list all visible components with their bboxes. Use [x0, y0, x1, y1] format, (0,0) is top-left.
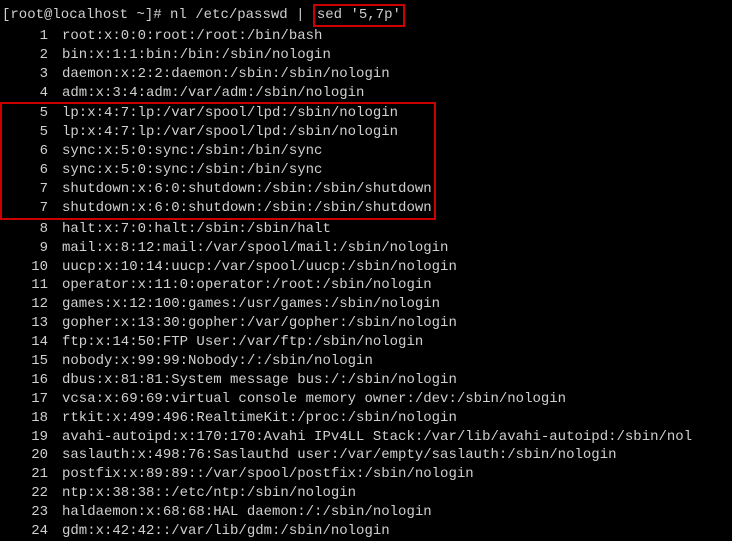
line-number: 7: [2, 199, 48, 218]
output-block-post: 8 halt:x:7:0:halt:/sbin:/sbin/halt 9 mail:x…: [2, 220, 732, 541]
line-number: 11: [2, 276, 48, 295]
line-text: lp:x:4:7:lp:/var/spool/lpd:/sbin/nologin: [62, 124, 398, 140]
output-line: 5 lp:x:4:7:lp:/var/spool/lpd:/sbin/nologi…: [2, 104, 432, 123]
line-number: 6: [2, 161, 48, 180]
line-text: daemon:x:2:2:daemon:/sbin:/sbin/nologin: [62, 66, 390, 82]
line-text: shutdown:x:6:0:shutdown:/sbin:/sbin/shut…: [62, 200, 432, 216]
line-number: 24: [2, 522, 48, 541]
line-text: games:x:12:100:games:/usr/games:/sbin/no…: [62, 296, 440, 312]
output-line: 22 ntp:x:38:38::/etc/ntp:/sbin/nologin: [2, 484, 732, 503]
line-text: postfix:x:89:89::/var/spool/postfix:/sbi…: [62, 466, 474, 482]
line-text: rtkit:x:499:496:RealtimeKit:/proc:/sbin/…: [62, 410, 457, 426]
output-line: 3 daemon:x:2:2:daemon:/sbin:/sbin/nologin: [2, 65, 732, 84]
line-text: shutdown:x:6:0:shutdown:/sbin:/sbin/shut…: [62, 181, 432, 197]
line-text: bin:x:1:1:bin:/bin:/sbin/nologin: [62, 47, 331, 63]
line-number: 5: [2, 104, 48, 123]
output-line: 4 adm:x:3:4:adm:/var/adm:/sbin/nologin: [2, 84, 732, 103]
output-line: 21 postfix:x:89:89::/var/spool/postfix:/s…: [2, 465, 732, 484]
line-number: 21: [2, 465, 48, 484]
output-line: 15 nobody:x:99:99:Nobody:/:/sbin/nologin: [2, 352, 732, 371]
line-number: 8: [2, 220, 48, 239]
output-line: 12 games:x:12:100:games:/usr/games:/sbin/…: [2, 295, 732, 314]
output-block-pre: 1 root:x:0:0:root:/root:/bin/bash 2 bin:x:1…: [2, 27, 732, 103]
line-text: saslauth:x:498:76:Saslauthd user:/var/em…: [62, 447, 617, 463]
line-number: 7: [2, 180, 48, 199]
line-text: root:x:0:0:root:/root:/bin/bash: [62, 28, 322, 44]
output-line: 14 ftp:x:14:50:FTP User:/var/ftp:/sbin/no…: [2, 333, 732, 352]
line-text: ftp:x:14:50:FTP User:/var/ftp:/sbin/nolo…: [62, 334, 423, 350]
line-number: 20: [2, 446, 48, 465]
shell-prompt: [root@localhost ~]#: [2, 7, 162, 23]
line-text: halt:x:7:0:halt:/sbin:/sbin/halt: [62, 221, 331, 237]
line-text: operator:x:11:0:operator:/root:/sbin/nol…: [62, 277, 432, 293]
output-line: 20 saslauth:x:498:76:Saslauthd user:/var/…: [2, 446, 732, 465]
line-text: adm:x:3:4:adm:/var/adm:/sbin/nologin: [62, 85, 364, 101]
output-line: 19 avahi-autoipd:x:170:170:Avahi IPv4LL S…: [2, 428, 732, 447]
output-line: 24 gdm:x:42:42::/var/lib/gdm:/sbin/nologi…: [2, 522, 732, 541]
line-text: lp:x:4:7:lp:/var/spool/lpd:/sbin/nologin: [62, 105, 398, 121]
line-number: 1: [2, 27, 48, 46]
line-number: 12: [2, 295, 48, 314]
line-text: sync:x:5:0:sync:/sbin:/bin/sync: [62, 162, 322, 178]
line-number: 15: [2, 352, 48, 371]
line-text: uucp:x:10:14:uucp:/var/spool/uucp:/sbin/…: [62, 259, 457, 275]
line-text: vcsa:x:69:69:virtual console memory owne…: [62, 391, 566, 407]
command-highlight: sed '5,7p': [313, 4, 405, 27]
line-number: 22: [2, 484, 48, 503]
line-text: sync:x:5:0:sync:/sbin:/bin/sync: [62, 143, 322, 159]
line-text: gopher:x:13:30:gopher:/var/gopher:/sbin/…: [62, 315, 457, 331]
line-text: dbus:x:81:81:System message bus:/:/sbin/…: [62, 372, 457, 388]
output-line: 18 rtkit:x:499:496:RealtimeKit:/proc:/sbi…: [2, 409, 732, 428]
output-line: 7 shutdown:x:6:0:shutdown:/sbin:/sbin/shu…: [2, 180, 432, 199]
line-text: haldaemon:x:68:68:HAL daemon:/:/sbin/nol…: [62, 504, 432, 520]
prompt-line: [root@localhost ~]# nl /etc/passwd | sed…: [2, 4, 732, 27]
terminal-output: [root@localhost ~]# nl /etc/passwd | sed…: [2, 4, 732, 541]
output-line: 1 root:x:0:0:root:/root:/bin/bash: [2, 27, 732, 46]
line-number: 10: [2, 258, 48, 277]
line-text: ntp:x:38:38::/etc/ntp:/sbin/nologin: [62, 485, 356, 501]
output-line: 6 sync:x:5:0:sync:/sbin:/bin/sync: [2, 142, 432, 161]
output-line: 10 uucp:x:10:14:uucp:/var/spool/uucp:/sbi…: [2, 258, 732, 277]
output-line: 7 shutdown:x:6:0:shutdown:/sbin:/sbin/shu…: [2, 199, 432, 218]
line-number: 3: [2, 65, 48, 84]
output-line: 2 bin:x:1:1:bin:/bin:/sbin/nologin: [2, 46, 732, 65]
line-number: 16: [2, 371, 48, 390]
line-text: mail:x:8:12:mail:/var/spool/mail:/sbin/n…: [62, 240, 448, 256]
line-number: 14: [2, 333, 48, 352]
output-line: 5 lp:x:4:7:lp:/var/spool/lpd:/sbin/nologi…: [2, 123, 432, 142]
output-line: 8 halt:x:7:0:halt:/sbin:/sbin/halt: [2, 220, 732, 239]
line-text: avahi-autoipd:x:170:170:Avahi IPv4LL Sta…: [62, 429, 692, 445]
output-line: 23 haldaemon:x:68:68:HAL daemon:/:/sbin/n…: [2, 503, 732, 522]
line-number: 23: [2, 503, 48, 522]
line-number: 4: [2, 84, 48, 103]
output-line: 16 dbus:x:81:81:System message bus:/:/sbi…: [2, 371, 732, 390]
command-prefix: nl /etc/passwd |: [162, 7, 313, 23]
output-line: 6 sync:x:5:0:sync:/sbin:/bin/sync: [2, 161, 432, 180]
line-number: 17: [2, 390, 48, 409]
output-line: 17 vcsa:x:69:69:virtual console memory ow…: [2, 390, 732, 409]
line-text: gdm:x:42:42::/var/lib/gdm:/sbin/nologin: [62, 523, 390, 539]
line-number: 18: [2, 409, 48, 428]
line-number: 2: [2, 46, 48, 65]
line-number: 6: [2, 142, 48, 161]
line-number: 9: [2, 239, 48, 258]
output-block-highlight: 5 lp:x:4:7:lp:/var/spool/lpd:/sbin/nologi…: [0, 102, 436, 219]
line-text: nobody:x:99:99:Nobody:/:/sbin/nologin: [62, 353, 373, 369]
line-number: 13: [2, 314, 48, 333]
line-number: 5: [2, 123, 48, 142]
line-number: 19: [2, 428, 48, 447]
output-line: 11 operator:x:11:0:operator:/root:/sbin/n…: [2, 276, 732, 295]
output-line: 13 gopher:x:13:30:gopher:/var/gopher:/sbi…: [2, 314, 732, 333]
output-line: 9 mail:x:8:12:mail:/var/spool/mail:/sbin/…: [2, 239, 732, 258]
